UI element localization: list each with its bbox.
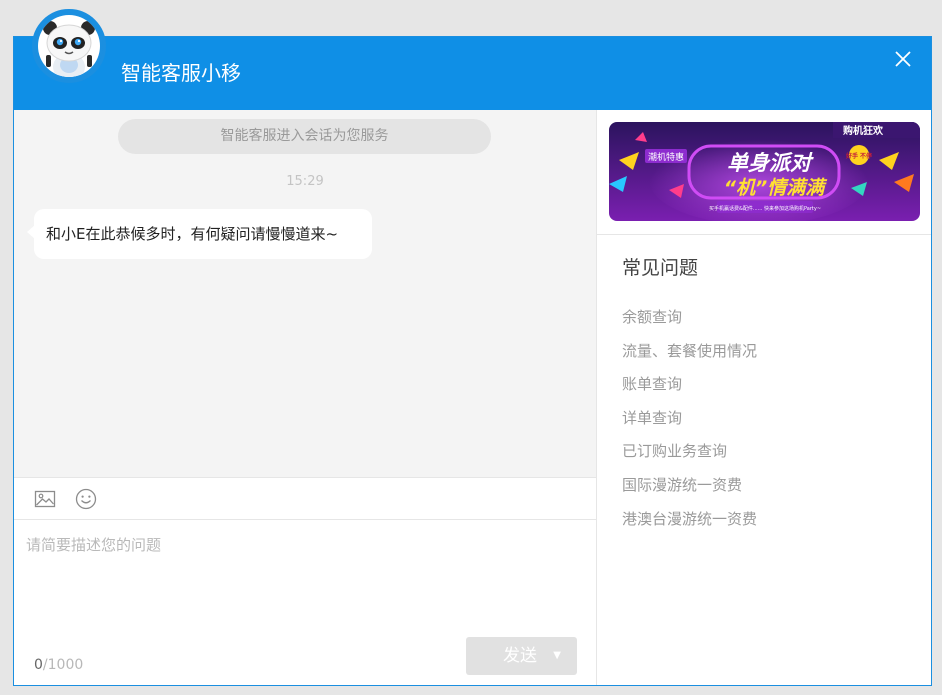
chat-messages-area[interactable]: 智能客服进入会话为您服务 15:29 和小E在此恭候多时，有何疑问请慢慢道来~ — [14, 110, 596, 477]
faq-item[interactable]: 国际漫游统一资费 — [622, 473, 757, 507]
chat-header: 智能客服小移 — [14, 9, 931, 110]
send-button-label: 发送 — [503, 646, 537, 666]
image-icon[interactable] — [34, 488, 56, 510]
banner-sub-badge: 好手 不停 — [845, 152, 872, 160]
bot-message-bubble: 和小E在此恭候多时，有何疑问请慢慢道来~ — [27, 209, 372, 259]
chevron-down-icon[interactable]: ▼ — [553, 637, 561, 675]
counter-current: 0 — [34, 657, 43, 673]
banner-subtitle: 买手机赢话费&配件...... 快来参加这场购机Party~ — [709, 205, 821, 212]
input-toolbar — [14, 477, 596, 520]
system-notice: 智能客服进入会话为您服务 — [118, 119, 491, 154]
faq-item[interactable]: 流量、套餐使用情况 — [622, 339, 757, 373]
counter-max: /1000 — [42, 657, 84, 673]
banner-badge: 购机狂欢 — [843, 124, 884, 137]
avatar — [32, 9, 106, 83]
faq-title: 常见问题 — [622, 257, 699, 279]
message-timestamp: 15:29 — [286, 174, 324, 189]
banner-headline-2: “机”情满满 — [724, 177, 828, 199]
message-composer: 0/1000 发送 ▼ — [14, 520, 596, 685]
faq-item[interactable]: 账单查询 — [622, 372, 757, 406]
message-input[interactable] — [24, 532, 583, 631]
promo-banner[interactable]: 潮机特惠 单身派对 “机”情满满 购机狂欢 好手 不停 买手机赢话费&配件...… — [609, 122, 920, 221]
faq-list: 余额查询 流量、套餐使用情况 账单查询 详单查询 已订购业务查询 国际漫游统一资… — [622, 305, 757, 540]
banner-headline-1: 单身派对 — [727, 151, 814, 175]
faq-item[interactable]: 已订购业务查询 — [622, 439, 757, 473]
send-button[interactable]: 发送 ▼ — [466, 637, 577, 675]
page-title: 智能客服小移 — [121, 61, 241, 85]
close-icon[interactable] — [893, 49, 913, 69]
character-counter: 0/1000 — [34, 656, 83, 674]
divider — [597, 234, 931, 235]
sidebar: 潮机特惠 单身派对 “机”情满满 购机狂欢 好手 不停 买手机赢话费&配件...… — [596, 110, 931, 685]
chat-window: 智能客服小移 智能客服进入会话为您服务 15:29 和小E在此恭候多时，有何疑问… — [13, 9, 932, 686]
emoji-icon[interactable] — [75, 488, 97, 510]
banner-tag: 潮机特惠 — [648, 151, 684, 163]
faq-item[interactable]: 余额查询 — [622, 305, 757, 339]
panda-robot-icon — [38, 15, 100, 77]
faq-item[interactable]: 港澳台漫游统一资费 — [622, 507, 757, 541]
faq-item[interactable]: 详单查询 — [622, 406, 757, 440]
